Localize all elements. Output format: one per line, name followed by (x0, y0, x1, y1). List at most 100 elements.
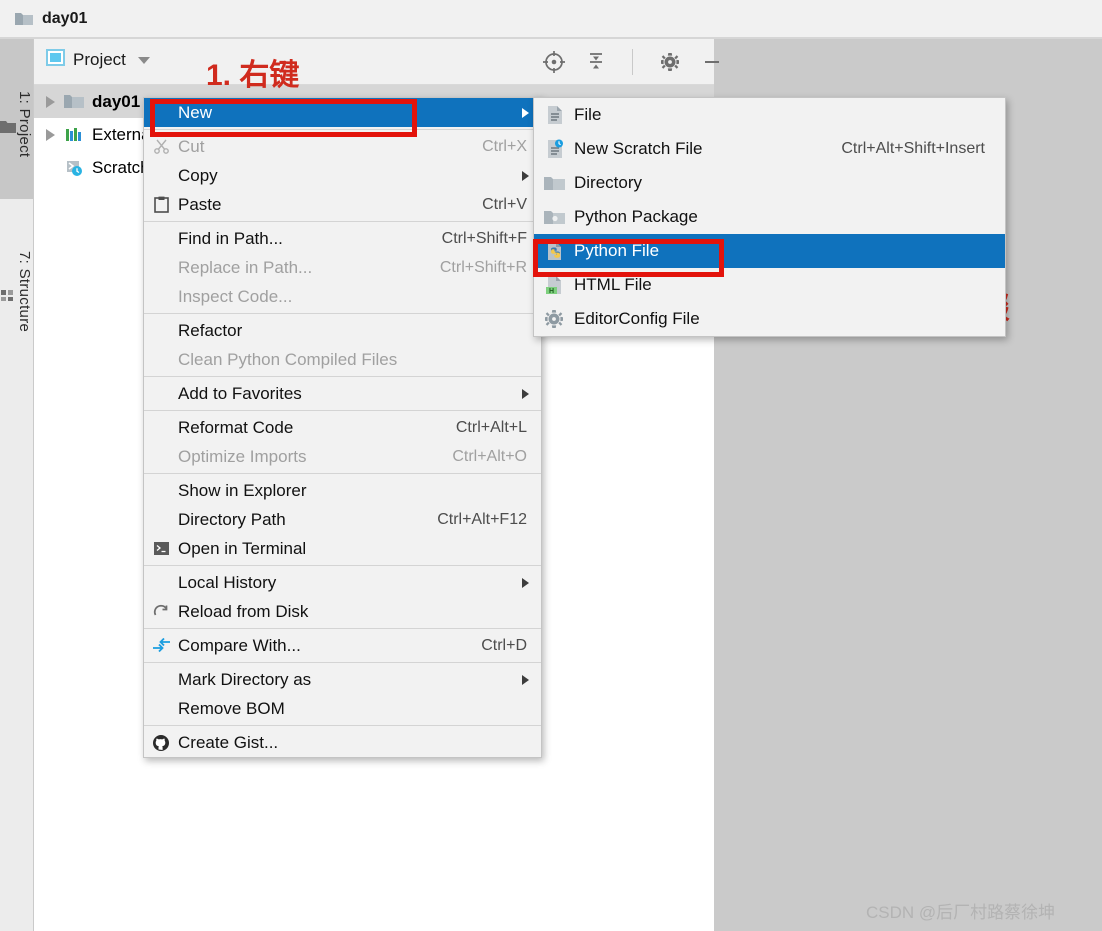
submenu-item-html-file[interactable]: H HTML File (534, 268, 1005, 302)
menu-item-reformat-code-shortcut: Ctrl+Alt+L (456, 419, 541, 437)
menu-item-copy-label: Copy (178, 166, 522, 186)
submenu-arrow-icon (522, 389, 529, 399)
menu-item-create-gist[interactable]: Create Gist... (144, 728, 541, 757)
menu-item-mark-directory-as[interactable]: Mark Directory as (144, 665, 541, 694)
menu-item-add-to-favorites[interactable]: Add to Favorites (144, 379, 541, 408)
project-panel-header: Project (34, 39, 714, 85)
menu-item-inspect-code-label: Inspect Code... (178, 287, 541, 307)
folder-icon (14, 11, 34, 27)
menu-item-clean-python-compiled-files-label: Clean Python Compiled Files (178, 350, 541, 370)
menu-item-reformat-code-label: Reformat Code (178, 418, 456, 438)
menu-item-new-label: New (178, 103, 522, 123)
submenu-item-html-file-label: HTML File (574, 275, 1005, 295)
menu-separator (144, 628, 541, 629)
project-panel-title: Project (73, 50, 126, 70)
menu-item-compare-with[interactable]: Compare With... Ctrl+D (144, 631, 541, 660)
menu-item-remove-bom-label: Remove BOM (178, 699, 541, 719)
menu-item-remove-bom[interactable]: Remove BOM (144, 694, 541, 723)
submenu-item-python-package[interactable]: Python Package (534, 200, 1005, 234)
folder-icon (64, 93, 84, 111)
menu-item-paste[interactable]: Paste Ctrl+V (144, 190, 541, 219)
submenu-item-new-scratch-file[interactable]: New Scratch File Ctrl+Alt+Shift+Insert (534, 132, 1005, 166)
menu-separator (144, 129, 541, 130)
sidebar-item-structure[interactable]: 7: Structure (0, 202, 33, 372)
compare-icon (144, 638, 178, 653)
menu-item-show-in-explorer[interactable]: Show in Explorer (144, 476, 541, 505)
scratch-file-icon (534, 139, 574, 159)
clipboard-icon (144, 196, 178, 213)
python-file-icon (534, 241, 574, 261)
menu-item-new[interactable]: New (144, 98, 541, 127)
tree-item-day01-label: day01 (92, 92, 140, 112)
chevron-down-icon[interactable] (138, 57, 150, 64)
submenu-item-new-scratch-file-label: New Scratch File (574, 139, 841, 159)
html-file-icon: H (534, 275, 574, 295)
menu-item-open-in-terminal[interactable]: Open in Terminal (144, 534, 541, 563)
minimize-icon[interactable] (698, 48, 726, 76)
menu-item-cut-label: Cut (178, 137, 482, 157)
menu-item-clean-python-compiled-files[interactable]: Clean Python Compiled Files (144, 345, 541, 374)
folder-icon (0, 120, 16, 138)
gear-icon[interactable] (656, 48, 684, 76)
menu-item-reload-from-disk[interactable]: Reload from Disk (144, 597, 541, 626)
tool-window-strip: 1: Project 7: Structure (0, 39, 33, 931)
watermark: CSDN @后厂村路蔡徐坤 (866, 898, 1055, 923)
menu-item-refactor[interactable]: Refactor (144, 316, 541, 345)
menu-item-local-history-label: Local History (178, 573, 522, 593)
menu-item-compare-with-label: Compare With... (178, 636, 481, 656)
submenu-item-directory[interactable]: Directory (534, 166, 1005, 200)
sidebar-item-structure-label: 7: Structure (16, 251, 33, 332)
menu-item-cut[interactable]: Cut Ctrl+X (144, 132, 541, 161)
locate-icon[interactable] (540, 48, 568, 76)
annotation-step-1: 1. 右键 (206, 50, 299, 94)
menu-item-reformat-code[interactable]: Reformat Code Ctrl+Alt+L (144, 413, 541, 442)
structure-icon (0, 288, 16, 306)
menu-item-directory-path-shortcut: Ctrl+Alt+F12 (437, 511, 541, 529)
submenu-item-python-file[interactable]: Python File (534, 234, 1005, 268)
menu-item-open-in-terminal-label: Open in Terminal (178, 539, 541, 559)
menu-separator (144, 725, 541, 726)
submenu-arrow-icon (522, 108, 529, 118)
menu-item-find-in-path-shortcut: Ctrl+Shift+F (442, 230, 541, 248)
project-panel-title-group[interactable]: Project (46, 49, 150, 71)
submenu-arrow-icon (522, 171, 529, 181)
submenu-item-editorconfig-file[interactable]: EditorConfig File (534, 302, 1005, 336)
menu-separator (144, 376, 541, 377)
menu-separator (144, 662, 541, 663)
collapse-all-icon[interactable] (582, 48, 610, 76)
submenu-item-python-file-label: Python File (574, 241, 1005, 261)
menu-item-optimize-imports-shortcut: Ctrl+Alt+O (452, 448, 541, 466)
editorconfig-icon (534, 309, 574, 329)
window-title: day01 (42, 10, 87, 28)
submenu-item-file-label: File (574, 105, 1005, 125)
menu-item-find-in-path[interactable]: Find in Path... Ctrl+Shift+F (144, 224, 541, 253)
submenu-item-editorconfig-file-label: EditorConfig File (574, 309, 1005, 329)
menu-item-directory-path[interactable]: Directory Path Ctrl+Alt+F12 (144, 505, 541, 534)
menu-separator (144, 221, 541, 222)
menu-separator (144, 313, 541, 314)
menu-item-find-in-path-label: Find in Path... (178, 229, 442, 249)
menu-item-create-gist-label: Create Gist... (178, 733, 541, 753)
menu-item-replace-in-path-shortcut: Ctrl+Shift+R (440, 259, 541, 277)
menu-item-optimize-imports[interactable]: Optimize Imports Ctrl+Alt+O (144, 442, 541, 471)
menu-item-local-history[interactable]: Local History (144, 568, 541, 597)
menu-item-replace-in-path[interactable]: Replace in Path... Ctrl+Shift+R (144, 253, 541, 282)
menu-item-mark-directory-as-label: Mark Directory as (178, 670, 522, 690)
menu-item-compare-with-shortcut: Ctrl+D (481, 637, 541, 655)
libraries-icon (64, 126, 84, 144)
file-icon (534, 105, 574, 125)
submenu-item-file[interactable]: File (534, 98, 1005, 132)
submenu-arrow-icon (522, 675, 529, 685)
sidebar-item-project[interactable]: 1: Project (0, 39, 33, 199)
menu-item-copy[interactable]: Copy (144, 161, 541, 190)
menu-item-inspect-code[interactable]: Inspect Code... (144, 282, 541, 311)
sidebar-item-project-label: 1: Project (16, 91, 33, 157)
menu-item-replace-in-path-label: Replace in Path... (178, 258, 440, 278)
expand-arrow-icon[interactable] (46, 96, 55, 108)
submenu-item-new-scratch-file-shortcut: Ctrl+Alt+Shift+Insert (841, 140, 1005, 158)
svg-text:H: H (548, 288, 553, 295)
expand-arrow-icon[interactable] (46, 129, 55, 141)
new-submenu: File New Scratch File Ctrl+Alt+Shift+Ins… (533, 97, 1006, 337)
submenu-item-python-package-label: Python Package (574, 207, 1005, 227)
menu-item-refactor-label: Refactor (178, 321, 541, 341)
